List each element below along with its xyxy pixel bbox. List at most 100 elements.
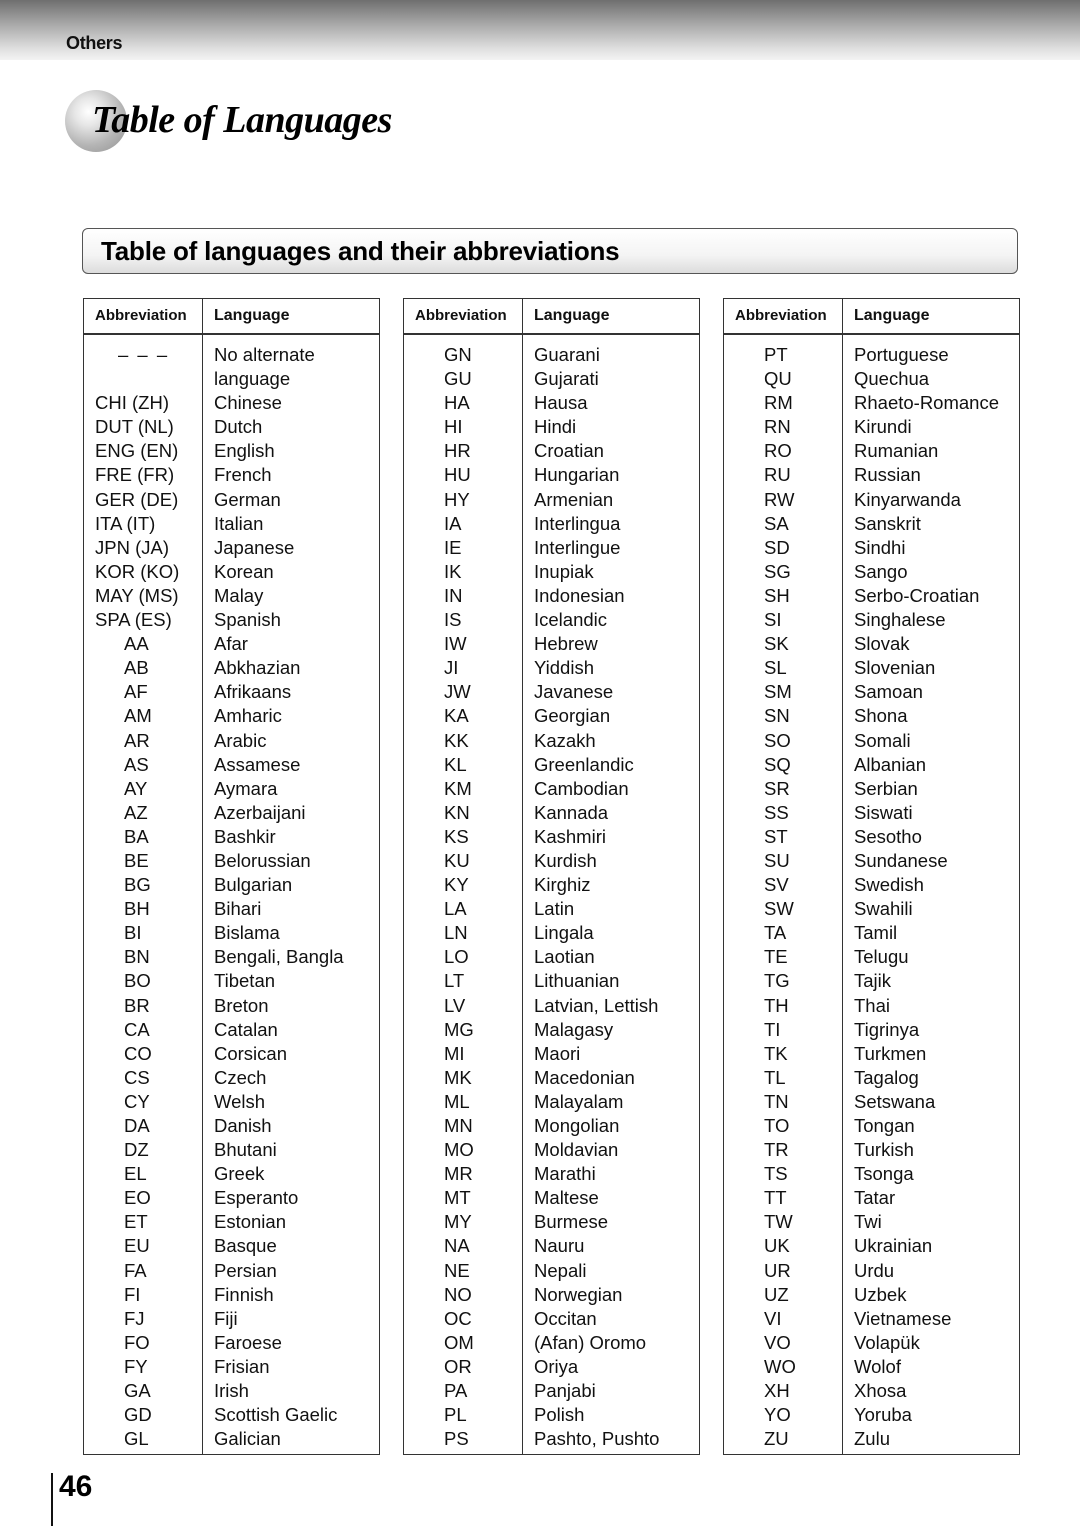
abbreviation-cell: SN (764, 705, 790, 727)
page-title: Table of Languages (92, 99, 392, 141)
abbreviation-cell: AS (124, 753, 149, 775)
abbreviation-cell: GN (444, 344, 472, 365)
table-row: XH Xhosa (724, 1379, 1019, 1403)
abbreviation-cell: EL (124, 1163, 147, 1185)
table-row: language (84, 367, 379, 391)
table-row: TO Tongan (724, 1114, 1019, 1138)
language-cell: Swahili (854, 898, 913, 920)
language-cell: Dutch (214, 416, 263, 438)
abbreviation-cell: CO (124, 1042, 152, 1064)
language-cell: Kashmiri (534, 825, 606, 847)
language-cell: Telugu (854, 946, 909, 968)
abbreviation-cell: SU (764, 849, 790, 871)
abbreviation-cell: TE (764, 946, 788, 968)
table-row: ITA (IT) Italian (84, 512, 379, 536)
abbreviation-header: Abbreviation (95, 307, 187, 324)
abbreviation-cell: MY (444, 1211, 472, 1233)
language-cell: Albanian (854, 753, 927, 775)
language-cell: Yoruba (854, 1404, 912, 1426)
table-row: KL Greenlandic (404, 753, 699, 777)
abbreviation-cell: SH (764, 584, 790, 606)
table-row: SH Serbo-Croatian (724, 584, 1019, 608)
abbreviation-cell: ML (444, 1090, 470, 1112)
language-table-3: Abbreviation Language PT Portuguese QU Quec… (723, 298, 1020, 1455)
language-cell: Wolof (854, 1355, 901, 1377)
language-cell: Polish (534, 1404, 585, 1426)
abbreviation-cell: TN (764, 1090, 789, 1112)
language-cell: Burmese (534, 1211, 609, 1233)
language-cell: Bihari (214, 898, 262, 920)
abbreviation-cell: TT (764, 1187, 787, 1209)
abbreviation-cell: RW (764, 488, 795, 510)
abbreviation-cell: FI (124, 1283, 141, 1305)
abbreviation-cell: CY (124, 1090, 150, 1112)
language-cell: Hungarian (534, 464, 620, 486)
language-cell: Sango (854, 560, 908, 582)
table-row: DUT (NL) Dutch (84, 415, 379, 439)
table-row: FA Persian (84, 1259, 379, 1283)
language-cell: Sanskrit (854, 512, 921, 534)
abbreviation-cell: DA (124, 1115, 150, 1136)
abbreviation-cell: TL (764, 1066, 786, 1088)
language-cell: Interlingua (534, 512, 621, 534)
abbreviation-cell: TO (764, 1115, 790, 1136)
abbreviation-cell: SW (764, 898, 794, 920)
language-cell: Galician (214, 1428, 281, 1450)
abbreviation-cell: FRE (FR) (95, 464, 175, 486)
table-row: ML Malayalam (404, 1090, 699, 1114)
table-row: LV Latvian, Lettish (404, 994, 699, 1018)
language-cell: Volapük (854, 1331, 920, 1353)
abbreviation-cell: BR (124, 994, 150, 1016)
abbreviation-cell: GU (444, 368, 472, 390)
abbreviation-cell: PA (444, 1380, 468, 1402)
abbreviation-cell: SO (764, 729, 791, 751)
abbreviation-cell: TH (764, 994, 789, 1016)
language-cell: Tagalog (854, 1066, 919, 1088)
language-cell: Welsh (214, 1090, 266, 1112)
language-cell: Rumanian (854, 440, 939, 462)
language-cell: Tajik (854, 970, 892, 992)
page-number-rule (51, 1473, 53, 1526)
language-header: Language (534, 307, 610, 324)
abbreviation-cell: JW (444, 681, 471, 703)
table-row: DZ Bhutani (84, 1138, 379, 1162)
language-cell: Latin (534, 898, 575, 920)
table-row: SV Swedish (724, 873, 1019, 897)
table-row: OC Occitan (404, 1307, 699, 1331)
language-cell: Breton (214, 994, 269, 1016)
table-row: IW Hebrew (404, 632, 699, 656)
abbreviation-cell: PS (444, 1428, 469, 1450)
abbreviation-cell: SS (764, 801, 789, 823)
language-cell: Japanese (214, 536, 295, 558)
table-row: EL Greek (84, 1162, 379, 1186)
abbreviation-cell: SL (764, 657, 787, 679)
abbreviation-cell: EO (124, 1187, 151, 1209)
table-row: IS Icelandic (404, 608, 699, 632)
abbreviation-cell: MO (444, 1139, 474, 1161)
table-row: TI Tigrinya (724, 1018, 1019, 1042)
abbreviation-cell: KN (444, 801, 470, 823)
table-row: BO Tibetan (84, 969, 379, 993)
abbreviation-cell: ET (124, 1211, 148, 1233)
abbreviation-cell: RN (764, 416, 791, 438)
language-cell: Interlingue (534, 536, 621, 558)
table-row: JI Yiddish (404, 656, 699, 680)
language-header: Language (214, 307, 290, 324)
table-row: TT Tatar (724, 1186, 1019, 1210)
table-row: SS Siswati (724, 801, 1019, 825)
abbreviation-cell: DUT (NL) (95, 416, 174, 438)
table-row: RU Russian (724, 463, 1019, 487)
abbreviation-cell: BG (124, 874, 151, 896)
abbreviation-cell: SV (764, 874, 789, 896)
language-cell: Norwegian (534, 1283, 623, 1305)
abbreviation-cell: ZU (764, 1428, 789, 1450)
table-row: CS Czech (84, 1066, 379, 1090)
table-row: SQ Albanian (724, 753, 1019, 777)
table-row: ET Estonian (84, 1210, 379, 1234)
table-row: DA Danish (84, 1114, 379, 1138)
table-row: PA Panjabi (404, 1379, 699, 1403)
abbreviation-cell: VI (764, 1307, 782, 1329)
language-cell: Catalan (214, 1018, 278, 1040)
language-cell: Nauru (534, 1235, 585, 1257)
language-cell: Siswati (854, 801, 913, 823)
